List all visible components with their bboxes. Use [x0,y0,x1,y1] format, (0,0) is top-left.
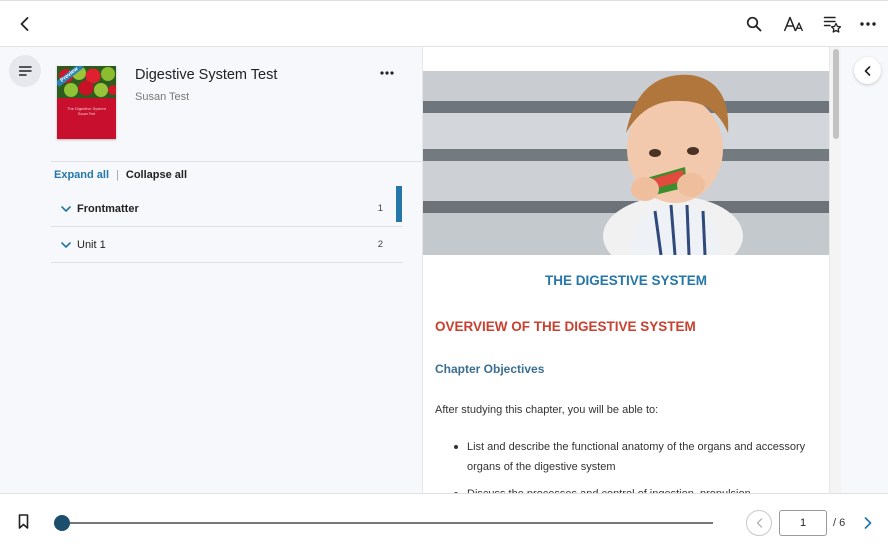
objectives-list: List and describe the functional anatomy… [454,437,807,493]
link-separator: | [116,169,119,181]
list-item: Discuss the processes and control of ing… [454,484,807,493]
toc-item-label: Unit 1 [77,238,106,251]
add-to-favorites-icon[interactable] [820,12,844,36]
toc-item-label: Frontmatter [77,202,139,215]
text-size-icon[interactable] [781,12,807,36]
page-progress-track[interactable] [62,522,713,524]
toc-item-page: 2 [377,239,383,250]
previous-page-button[interactable] [746,510,772,536]
next-page-button[interactable] [859,512,877,534]
expand-collapse-controls: Expand all | Collapse all [54,169,187,181]
page-number-input[interactable] [779,510,827,536]
list-item: List and describe the functional anatomy… [454,437,807,477]
chevron-down-icon[interactable] [55,241,77,248]
menu-lines-icon [18,66,32,76]
chevron-down-icon[interactable] [55,205,77,212]
scrollbar-thumb[interactable] [833,49,839,139]
collapse-panel-button[interactable] [854,57,881,84]
bookmark-icon[interactable] [17,514,30,534]
back-arrow-icon[interactable] [13,12,37,36]
toc-item-frontmatter[interactable]: Frontmatter 1 [51,186,403,227]
expand-all-link[interactable]: Expand all [54,169,109,181]
overview-heading: OVERVIEW OF THE DIGESTIVE SYSTEM [435,319,696,334]
bottom-navigation-bar: / 6 [0,493,888,546]
page-total: / 6 [833,517,846,529]
toc-toggle-button[interactable] [9,55,41,87]
book-cover: Preview The Digestive System Susan Test [57,66,116,139]
book-author: Susan Test [135,91,190,103]
cover-author: Susan Test [77,112,96,116]
content-scrollbar[interactable] [829,47,841,493]
reading-pane: THE DIGESTIVE SYSTEM OVERVIEW OF THE DIG… [423,47,829,493]
intro-paragraph: After studying this chapter, you will be… [435,404,659,416]
toc-item-unit-1[interactable]: Unit 1 2 [51,227,403,263]
chevron-right-icon [864,517,872,529]
toc-panel: Preview The Digestive System Susan Test … [0,47,423,493]
chevron-left-icon [864,65,871,76]
panel-divider [51,161,423,162]
hero-image [423,71,829,255]
collapse-all-link[interactable]: Collapse all [126,169,187,181]
chevron-left-icon [756,518,763,528]
cover-title: The Digestive System [67,106,106,111]
more-icon[interactable] [856,12,880,36]
active-item-marker [396,186,402,222]
chapter-heading: THE DIGESTIVE SYSTEM [544,273,708,288]
page-progress-knob[interactable] [54,515,70,531]
right-rail [841,47,888,493]
search-icon[interactable] [742,12,766,36]
top-toolbar [0,0,888,47]
book-more-icon[interactable] [376,65,398,81]
toc-item-page: 1 [377,203,383,214]
book-title: Digestive System Test [135,67,278,83]
objectives-heading: Chapter Objectives [435,362,545,376]
